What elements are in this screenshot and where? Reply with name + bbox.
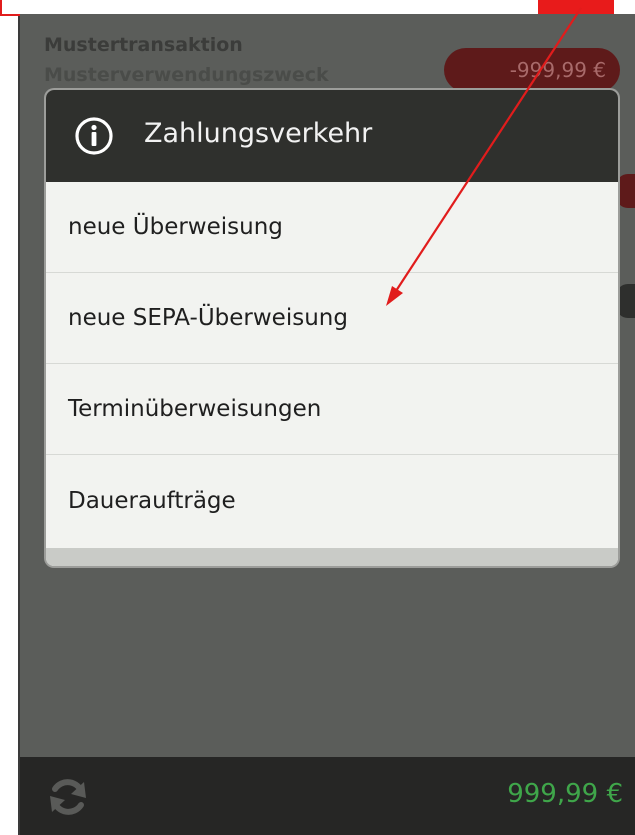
menu-item-scheduled-transfers[interactable]: Terminüberweisungen (46, 364, 618, 455)
menu-item-new-sepa-transfer[interactable]: neue SEPA-Überweisung (46, 273, 618, 364)
menu-item-new-transfer[interactable]: neue Überweisung (46, 182, 618, 273)
hidden-amount-badge (616, 284, 635, 318)
payment-dialog: Zahlungsverkehr neue Überweisung neue SE… (46, 90, 618, 566)
account-balance: 999,99 € (507, 779, 623, 809)
transaction-purpose: Musterverwendungszweck (44, 64, 329, 86)
hidden-amount-badge (616, 174, 635, 208)
refresh-icon[interactable] (46, 777, 90, 817)
info-icon (75, 117, 113, 155)
transaction-row[interactable]: Mustertransaktion Musterverwendungszweck… (20, 14, 635, 94)
bottom-bar: 999,99 € (20, 757, 635, 835)
dialog-footer (46, 548, 618, 566)
transaction-title: Mustertransaktion (44, 34, 243, 56)
left-margin (0, 0, 20, 835)
transaction-amount: -999,99 € (444, 48, 620, 92)
annotation-marker (538, 0, 614, 14)
menu-item-standing-orders[interactable]: Daueraufträge (46, 455, 618, 546)
dialog-title: Zahlungsverkehr (144, 118, 373, 149)
dialog-header: Zahlungsverkehr (46, 90, 618, 182)
